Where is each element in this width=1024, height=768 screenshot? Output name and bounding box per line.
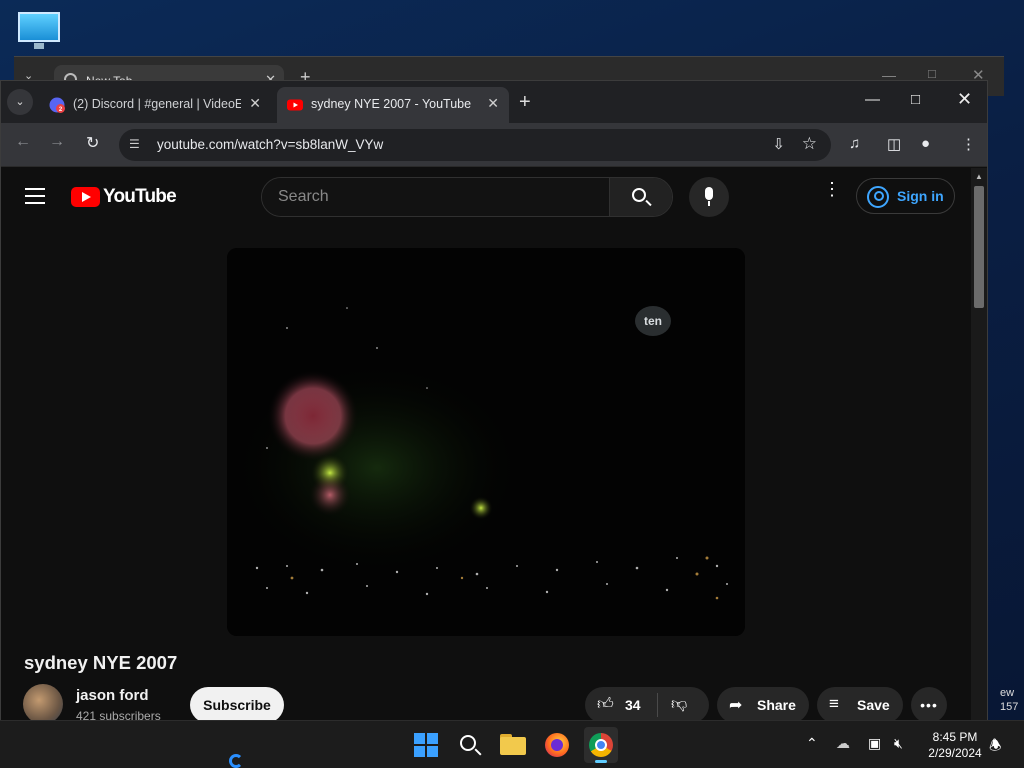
- taskbar: ⌃ ☁ ▣ 🔇︎ 8:45 PM 2/29/2024 🕭︎: [0, 720, 1024, 768]
- scrollbar-thumb[interactable]: [974, 186, 984, 308]
- taskbar-search-icon[interactable]: [454, 729, 486, 761]
- search-input[interactable]: [262, 178, 610, 216]
- youtube-page: YouTube ⋮ Sign in: [1, 168, 971, 720]
- tab-title: (2) Discord | #general | VideoEdit: [73, 97, 241, 111]
- youtube-logo-text: YouTube: [103, 186, 177, 207]
- chrome-menu-icon[interactable]: ⋮: [961, 135, 976, 153]
- profile-icon[interactable]: ●: [921, 135, 930, 152]
- site-info-icon[interactable]: ☰: [129, 137, 145, 153]
- channel-watermark: ten: [635, 306, 671, 336]
- new-tab-button[interactable]: +: [519, 91, 531, 114]
- back-button[interactable]: ←: [15, 133, 31, 151]
- edge-text-line2: 157: [1000, 701, 1019, 713]
- video-frame-fireworks: [227, 248, 745, 636]
- page-scrollbar[interactable]: ▲: [971, 168, 987, 720]
- address-bar[interactable]: ☰ youtube.com/watch?v=sb8lanW_VYw ⇩ ☆: [119, 129, 831, 161]
- share-icon: ➦: [729, 697, 743, 714]
- onedrive-cloud-icon[interactable]: ☁: [836, 735, 850, 752]
- system-clock[interactable]: 8:45 PM 2/29/2024: [920, 729, 990, 761]
- like-icon[interactable]: 👍︎: [597, 695, 614, 714]
- maximize-button[interactable]: □: [911, 91, 920, 108]
- share-button[interactable]: ➦ Share: [717, 687, 809, 720]
- network-icon[interactable]: ▣: [868, 735, 881, 752]
- browser-toolbar: ← → ↻ ☰ youtube.com/watch?v=sb8lanW_VYw …: [1, 123, 987, 167]
- start-button[interactable]: [410, 729, 442, 761]
- more-actions-button[interactable]: •••: [911, 687, 947, 720]
- media-control-icon[interactable]: ♫: [849, 135, 860, 152]
- desktop-this-pc-icon[interactable]: [16, 10, 62, 50]
- scroll-up-arrow-icon[interactable]: ▲: [975, 172, 983, 181]
- chrome-taskbar-icon[interactable]: [584, 727, 618, 763]
- side-panel-icon[interactable]: ◫: [887, 135, 901, 153]
- maximize-icon[interactable]: □: [928, 66, 936, 81]
- channel-name[interactable]: jason ford: [76, 687, 149, 704]
- loading-cursor-icon: [229, 754, 243, 768]
- channel-avatar[interactable]: [23, 684, 63, 720]
- search-box: [261, 177, 673, 217]
- close-icon[interactable]: ✕: [249, 95, 261, 112]
- close-window-button[interactable]: ✕: [957, 89, 972, 110]
- edge-text-line1: ew: [1000, 687, 1015, 699]
- account-icon: [867, 186, 889, 208]
- microphone-icon: [705, 187, 713, 200]
- voice-search-button[interactable]: [689, 177, 729, 217]
- subscribe-button[interactable]: Subscribe: [190, 687, 284, 720]
- save-label: Save: [857, 697, 890, 713]
- reload-button[interactable]: ↻: [86, 133, 99, 153]
- background-edge-text: ew 157: [1000, 686, 1018, 714]
- tab-youtube[interactable]: sydney NYE 2007 - YouTube ✕: [277, 87, 509, 123]
- close-icon[interactable]: ✕: [487, 95, 499, 112]
- share-label: Share: [757, 697, 796, 713]
- minimize-button[interactable]: —: [865, 91, 880, 108]
- tab-strip: ⌄ 2 (2) Discord | #general | VideoEdit ✕…: [1, 81, 987, 123]
- discord-icon: 2: [49, 97, 65, 113]
- install-app-icon[interactable]: ⇩: [772, 135, 785, 153]
- like-count[interactable]: 34: [625, 697, 641, 713]
- sign-in-button[interactable]: Sign in: [856, 178, 955, 214]
- tab-discord[interactable]: 2 (2) Discord | #general | VideoEdit ✕: [39, 87, 271, 123]
- video-player[interactable]: ten: [227, 248, 745, 636]
- notification-bell-icon[interactable]: 🕭︎: [989, 735, 1002, 759]
- youtube-play-icon: [71, 187, 100, 207]
- url-text[interactable]: youtube.com/watch?v=sb8lanW_VYw: [157, 137, 383, 152]
- search-button[interactable]: [609, 178, 672, 216]
- tab-title: sydney NYE 2007 - YouTube: [311, 97, 472, 111]
- sign-in-label: Sign in: [897, 188, 944, 204]
- settings-more-icon[interactable]: ⋮: [823, 180, 841, 198]
- browser-window: ⌄ 2 (2) Discord | #general | VideoEdit ✕…: [0, 80, 988, 720]
- clock-date: 2/29/2024: [928, 746, 982, 760]
- bookmark-star-icon[interactable]: ☆: [802, 134, 817, 154]
- video-title: sydney NYE 2007: [24, 652, 178, 673]
- volume-muted-icon[interactable]: 🔇︎: [894, 735, 903, 752]
- tab-search-dropdown[interactable]: ⌄: [7, 89, 33, 115]
- forward-button[interactable]: →: [49, 133, 65, 151]
- file-explorer-icon[interactable]: [498, 729, 530, 761]
- show-hidden-icons-chevron-icon[interactable]: ⌃: [806, 735, 818, 752]
- hamburger-menu-icon[interactable]: [25, 188, 45, 204]
- save-button[interactable]: ≡ Save: [817, 687, 903, 720]
- firefox-icon[interactable]: [541, 729, 573, 761]
- search-icon: [632, 188, 646, 202]
- like-dislike-group: 👍︎ 34 👎︎: [585, 687, 709, 720]
- subscriber-count: 421 subscribers: [76, 709, 161, 720]
- youtube-icon: [287, 99, 303, 111]
- add-to-playlist-icon: ≡: [829, 694, 839, 713]
- clock-time: 8:45 PM: [932, 730, 978, 744]
- dislike-icon[interactable]: 👎︎: [671, 695, 687, 714]
